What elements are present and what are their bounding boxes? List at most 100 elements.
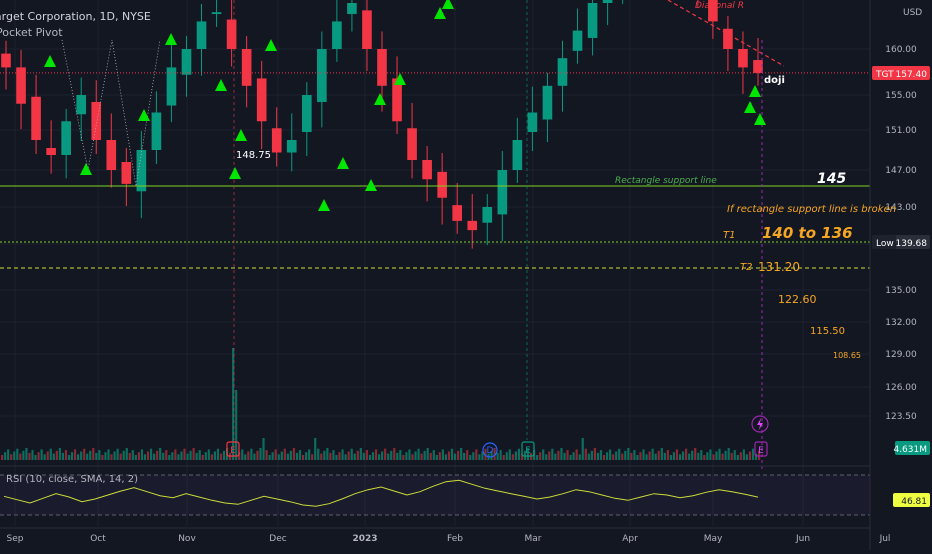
volume-bar [292, 448, 296, 460]
volume-bar [615, 451, 618, 460]
volume-bar [435, 455, 438, 460]
volume-bar [140, 449, 144, 460]
volume-bar [192, 448, 195, 460]
time-tick-label: Nov [178, 534, 196, 544]
price-tick-label: 160.00 [885, 45, 917, 55]
t1-value: 140 to 136 [762, 224, 853, 242]
volume-bar [73, 449, 77, 460]
volume-bar [156, 450, 159, 460]
volume-bar [599, 450, 603, 460]
volume-bar [332, 450, 335, 460]
volume-bar [201, 455, 204, 460]
volume-bar [718, 448, 721, 460]
volume-bar [475, 449, 478, 460]
volume-bar [58, 448, 61, 460]
volume-bar [390, 450, 393, 460]
volume-bar [669, 455, 672, 460]
candle-body [362, 10, 372, 49]
volume-bar [107, 449, 110, 460]
volume-bar [709, 449, 712, 460]
volume-bar [40, 449, 43, 460]
volume-bar [505, 452, 508, 460]
volume-bar [469, 455, 472, 460]
volume-bar [301, 455, 305, 460]
volume-bar [344, 454, 347, 460]
volume-bar [572, 452, 575, 460]
volume-bar [733, 450, 736, 460]
volume-tag: 4.631M [893, 441, 930, 455]
volume-bar [596, 452, 600, 460]
volume-bar [374, 449, 378, 460]
volume-bar [633, 450, 636, 460]
volume-bar [83, 448, 86, 460]
volume-bar [387, 453, 390, 460]
volume-bar [429, 452, 432, 460]
t1-label: T1 [723, 230, 735, 241]
volume-bar [46, 451, 49, 460]
volume-bar [742, 449, 745, 460]
volume-bar [268, 455, 271, 460]
volume-bar [539, 452, 542, 460]
candle-body [527, 112, 538, 132]
volume-bar [1, 455, 4, 460]
volume-bar [122, 450, 125, 460]
candle-body [106, 140, 117, 170]
volume-bar [368, 455, 372, 460]
volume-bar [654, 453, 657, 460]
candle-body [557, 58, 568, 86]
volume-bar [745, 454, 748, 460]
rsi-title[interactable]: RSI (10, close, SMA, 14, 2) [6, 474, 138, 485]
target-122-label: 122.60 [778, 293, 817, 306]
volume-bar [593, 448, 596, 460]
volume-bar [736, 455, 739, 460]
chart-screen: 80.0020.00 160.00155.00151.00147.00143.0… [0, 0, 932, 550]
time-tick-label: Dec [269, 534, 286, 544]
candle-body [256, 78, 267, 122]
volume-bar [101, 455, 104, 460]
volume-bar [651, 448, 654, 460]
volume-bar [517, 448, 520, 460]
volume-bar [587, 453, 590, 460]
volume-bar [353, 453, 356, 460]
volume-bar [478, 454, 481, 460]
volume-bar [624, 450, 627, 460]
volume-bar [49, 448, 52, 460]
chart-title[interactable]: Target Corporation, 1D, NYSE [0, 10, 151, 23]
volume-bar [19, 453, 22, 460]
volume-bar [581, 438, 584, 460]
volume-bar [441, 449, 444, 460]
svg-text:4.631M: 4.631M [893, 445, 927, 455]
volume-bar [7, 449, 10, 460]
volume-bar [675, 449, 679, 460]
volume-bar [52, 453, 55, 460]
price-chart[interactable]: 80.0020.00 160.00155.00151.00147.00143.0… [0, 0, 932, 550]
volume-bar [128, 452, 131, 460]
time-tick-label: May [704, 534, 723, 544]
volume-bar [362, 452, 365, 460]
volume-bar [584, 448, 587, 460]
candle-body [46, 148, 56, 155]
volume-bar [207, 449, 210, 460]
volume-bar [159, 448, 162, 460]
volume-bar [511, 454, 514, 460]
volume-bar [162, 452, 165, 460]
volume-bar [262, 438, 265, 460]
volume-bar [210, 454, 213, 460]
volume-bar [259, 448, 262, 460]
candle-body [226, 19, 237, 49]
volume-bar [219, 453, 223, 460]
volume-bar [241, 449, 244, 460]
indicator-title[interactable]: Pocket Pivot [0, 26, 63, 39]
price-tick-label: 135.00 [885, 286, 917, 296]
price-tick-label: 123.50 [885, 412, 917, 422]
candle-body [31, 96, 41, 140]
volume-bar [730, 452, 733, 460]
price-tick-label: 132.00 [885, 318, 917, 328]
candle-body [211, 12, 222, 15]
target-115-label: 115.50 [810, 326, 845, 337]
volume-bar [660, 448, 663, 460]
volume-bar [417, 448, 420, 460]
volume-bar [298, 450, 302, 460]
time-tick-label: Oct [90, 534, 106, 544]
volume-bar [67, 455, 71, 460]
